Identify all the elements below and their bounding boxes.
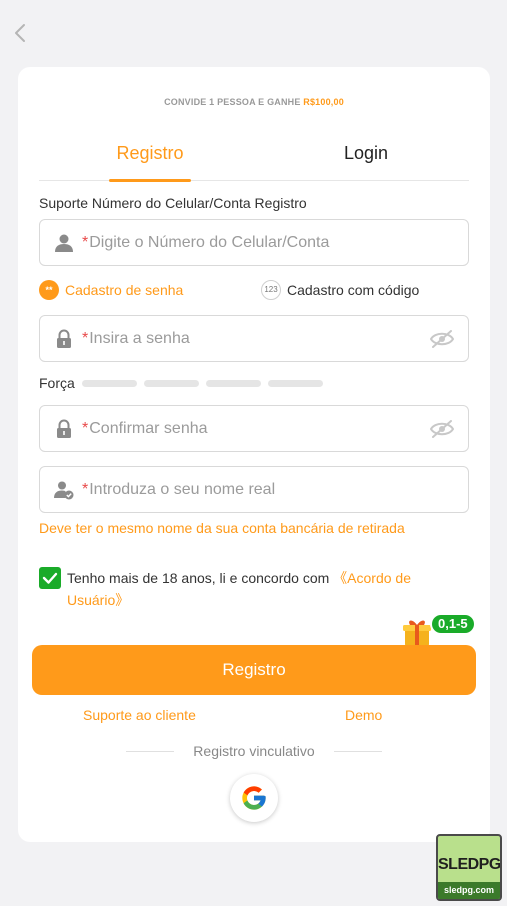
user-check-icon	[54, 481, 74, 500]
password-mode-icon: **	[39, 280, 59, 300]
gift-icon	[403, 620, 431, 646]
agreement-text: Tenho mais de 18 anos, li e concordo com	[67, 570, 334, 586]
confirm-placeholder: *Confirmar senha	[82, 420, 208, 438]
mode-password[interactable]: ** Cadastro de senha	[39, 280, 183, 300]
mode-code-label: Cadastro com código	[287, 282, 420, 298]
invite-text: CONVIDE 1 PESSOA E GANHE	[164, 97, 304, 107]
support-label: Suporte Número do Celular/Conta Registro	[39, 195, 307, 211]
watermark-title: SLEDPG	[438, 856, 501, 873]
social-divider-label: Registro vinculativo	[193, 743, 315, 759]
phone-placeholder: *Digite o Número do Celular/Conta	[82, 234, 329, 252]
confirm-placeholder-text: Confirmar senha	[89, 420, 208, 437]
watermark-url: sledpg.com	[438, 882, 500, 899]
required-mark: *	[82, 234, 89, 251]
password-placeholder-text: Insira a senha	[89, 330, 190, 347]
register-button[interactable]: Registro	[32, 645, 476, 695]
eye-off-icon[interactable]	[430, 330, 454, 348]
eye-off-icon[interactable]	[430, 420, 454, 438]
google-login-button[interactable]	[230, 774, 278, 822]
required-mark: *	[82, 330, 89, 347]
mode-password-label: Cadastro de senha	[65, 282, 184, 298]
password-strength: Força	[39, 375, 323, 391]
code-mode-icon: 123	[261, 280, 281, 300]
real-name-hint: Deve ter o mesmo nome da sua conta bancá…	[39, 520, 405, 536]
phone-placeholder-text: Digite o Número do Celular/Conta	[89, 234, 330, 251]
demo-link[interactable]: Demo	[345, 707, 382, 723]
required-mark: *	[82, 420, 89, 437]
mode-code[interactable]: 123 Cadastro com código	[261, 280, 419, 300]
required-mark: *	[82, 481, 89, 498]
invite-amount: R$100,00	[303, 97, 344, 107]
register-card: CONVIDE 1 PESSOA E GANHE R$100,00 Regist…	[18, 67, 490, 842]
password-field[interactable]: *Insira a senha	[39, 315, 469, 362]
real-name-placeholder: *Introduza o seu nome real	[82, 481, 275, 499]
password-placeholder: *Insira a senha	[82, 330, 190, 348]
strength-bar	[143, 379, 199, 387]
strength-bar	[267, 379, 323, 387]
social-divider: Registro vinculativo	[126, 743, 382, 761]
lock-icon	[57, 419, 71, 438]
auth-tabs: Registro Login	[39, 137, 469, 182]
real-name-placeholder-text: Introduza o seu nome real	[89, 481, 276, 498]
google-icon	[242, 786, 266, 810]
lock-icon	[57, 329, 71, 348]
register-mode-switch: ** Cadastro de senha 123 Cadastro com có…	[39, 280, 469, 304]
tab-login[interactable]: Login	[321, 137, 411, 181]
strength-bar	[81, 379, 137, 387]
confirm-password-field[interactable]: *Confirmar senha	[39, 405, 469, 452]
checkmark-icon	[42, 572, 58, 584]
site-watermark: SLEDPG sledpg.com	[436, 834, 502, 901]
user-icon	[55, 234, 73, 252]
tab-registro[interactable]: Registro	[109, 137, 191, 182]
chevron-left-icon[interactable]	[12, 22, 30, 44]
real-name-field[interactable]: *Introduza o seu nome real	[39, 466, 469, 513]
reward-badge: 0,1-5	[402, 613, 478, 647]
agreement-checkbox[interactable]	[39, 567, 61, 589]
strength-bar	[205, 379, 261, 387]
divider-line	[126, 751, 174, 752]
phone-field[interactable]: *Digite o Número do Celular/Conta	[39, 219, 469, 266]
strength-label: Força	[39, 375, 75, 391]
divider-line	[334, 751, 382, 752]
agreement: Tenho mais de 18 anos, li e concordo com…	[39, 567, 459, 611]
reward-label: 0,1-5	[430, 613, 476, 635]
customer-support-link[interactable]: Suporte ao cliente	[83, 707, 196, 723]
invite-banner: CONVIDE 1 PESSOA E GANHE R$100,00	[18, 97, 490, 107]
